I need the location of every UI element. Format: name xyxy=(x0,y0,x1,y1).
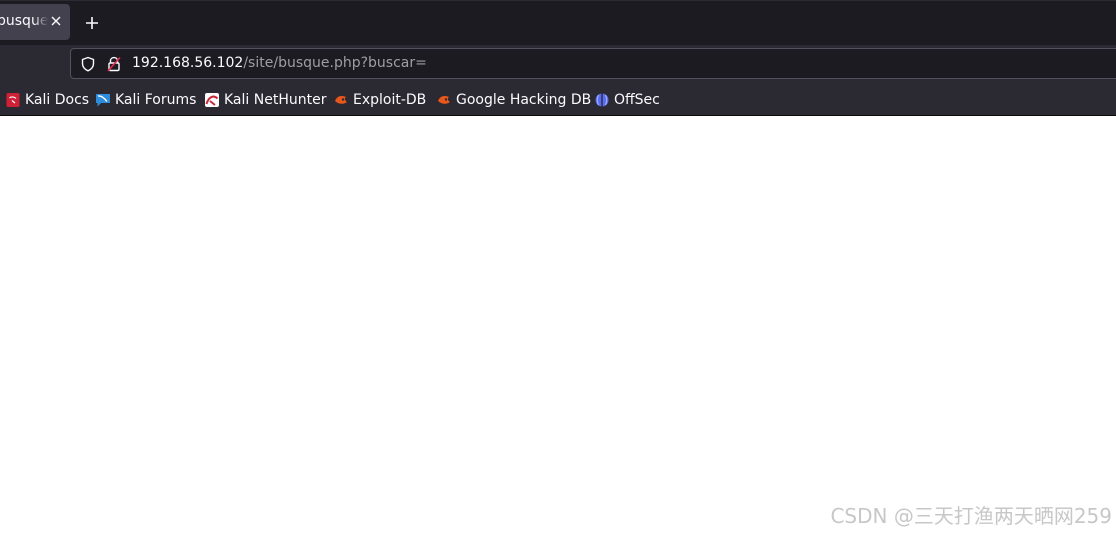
shield-icon[interactable] xyxy=(80,56,96,72)
bookmark-kali-docs[interactable]: Kali Docs xyxy=(5,91,89,109)
watermark: CSDN @三天打渔两天晒网259 xyxy=(830,504,1112,528)
tab-active[interactable]: busque.php xyxy=(0,4,70,40)
plus-icon[interactable] xyxy=(84,15,100,31)
bookmark-label: Kali Docs xyxy=(25,92,90,108)
bookmarks-toolbar: Kali Docs Kali Forums Kali NetHunter Exp… xyxy=(0,83,1116,116)
bookmark-label: OffSec xyxy=(614,92,660,108)
bookmark-label: Kali NetHunter xyxy=(224,92,327,108)
kali-nethunter-icon xyxy=(205,93,219,107)
bookmark-exploit-db[interactable]: Exploit-DB xyxy=(333,91,426,109)
exploit-db-icon xyxy=(335,96,347,104)
kali-docs-icon xyxy=(6,93,20,107)
tab-strip: busque.php xyxy=(0,0,1116,45)
bookmark-label: Google Hacking DB xyxy=(456,92,592,108)
url-host: 192.168.56.102 xyxy=(132,55,244,71)
url-bar[interactable]: 192.168.56.102/site/busque.php?buscar= xyxy=(70,48,1116,79)
browser-window: busque.php 192.168.56.102/site/busque.ph… xyxy=(0,0,1116,535)
bookmark-label: Exploit-DB xyxy=(353,92,427,108)
page-content: CSDN @三天打渔两天晒网259 xyxy=(0,116,1116,535)
bookmark-label: Kali Forums xyxy=(115,92,197,108)
offsec-icon xyxy=(595,93,609,107)
tab-title: busque.php xyxy=(0,13,48,29)
bookmark-kali-forums[interactable]: Kali Forums xyxy=(95,91,196,109)
navigation-bar: 192.168.56.102/site/busque.php?buscar= xyxy=(0,45,1116,83)
url-text[interactable]: 192.168.56.102/site/busque.php?buscar= xyxy=(132,55,427,71)
lock-icon[interactable] xyxy=(107,56,121,72)
bookmark-kali-nethunter[interactable]: Kali NetHunter xyxy=(204,91,326,109)
kali-forums-icon xyxy=(96,94,110,107)
url-path: /site/busque.php?buscar= xyxy=(243,55,427,71)
google-hacking-db-icon xyxy=(438,96,450,104)
bookmark-offsec[interactable]: OffSec xyxy=(594,91,660,109)
close-icon[interactable] xyxy=(49,14,63,28)
bookmark-google-hacking-db[interactable]: Google Hacking DB xyxy=(436,91,591,109)
